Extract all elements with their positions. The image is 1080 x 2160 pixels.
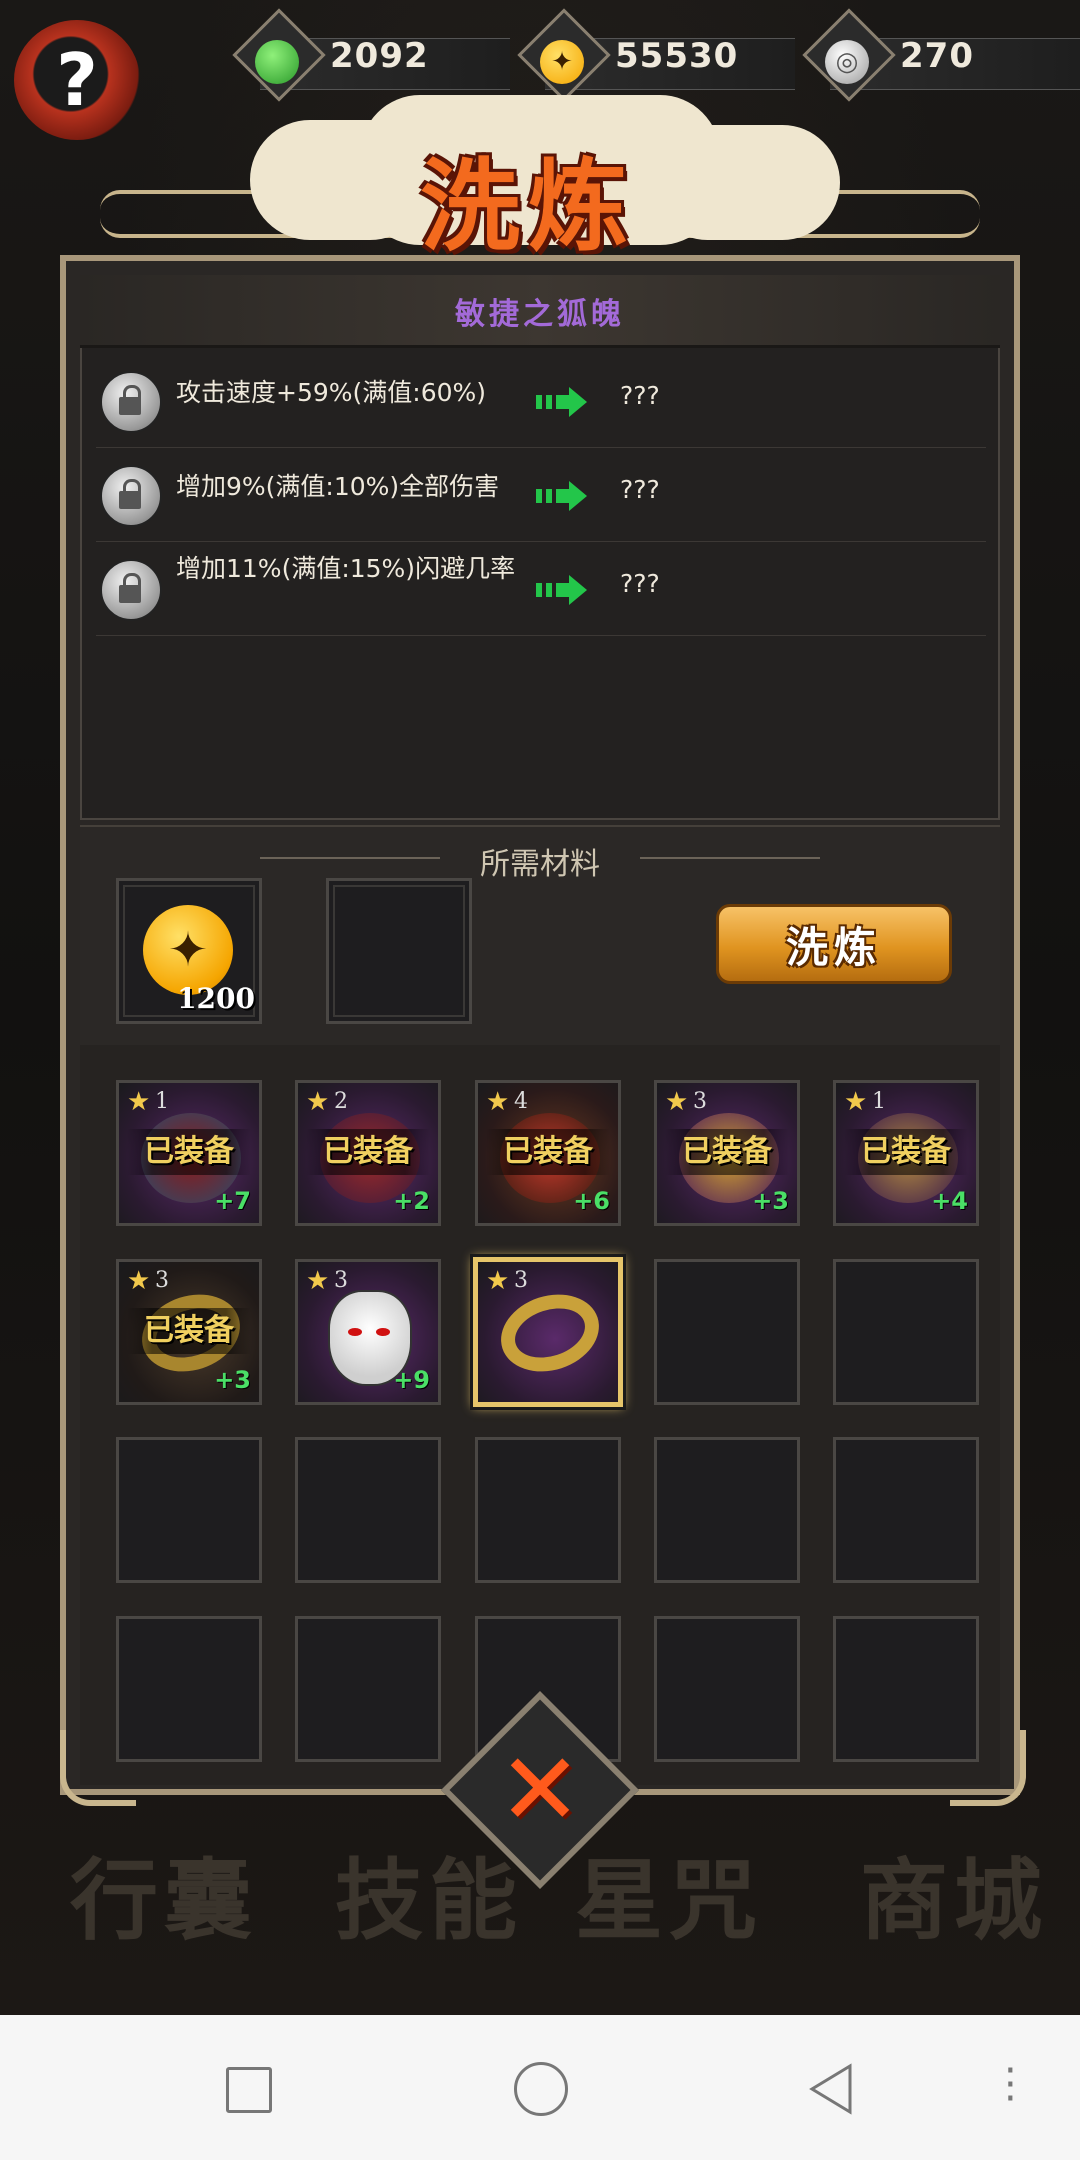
star-icon: ★ <box>127 1087 151 1117</box>
star-icon: ★ <box>127 1266 151 1296</box>
empty-slot[interactable] <box>654 1616 800 1762</box>
enhance-level: +3 <box>752 1187 789 1215</box>
jade-icon <box>255 40 299 84</box>
close-button[interactable]: ✕ <box>470 1730 610 1850</box>
empty-slot[interactable] <box>833 1437 979 1583</box>
attribute-row: 增加11%(满值:15%)闪避几率 ??? <box>96 541 986 636</box>
empty-slot[interactable] <box>833 1259 979 1405</box>
attribute-row: 增加9%(满值:10%)全部伤害 ??? <box>96 447 986 542</box>
item-name: 敏捷之狐魄 <box>455 297 625 332</box>
attribute-text: 攻击速度+59%(满值:60%) <box>176 378 487 407</box>
star-level: 3 <box>693 1089 707 1114</box>
enhance-level: +2 <box>393 1187 430 1215</box>
attribute-text: 增加9%(满值:10%)全部伤害 <box>176 472 500 501</box>
material-count: 1200 <box>177 982 255 1015</box>
star-level: 3 <box>514 1268 528 1293</box>
equipment-item[interactable]: ★ 3 已装备 +3 <box>654 1080 800 1226</box>
empty-slot[interactable] <box>475 1437 621 1583</box>
material-slot-empty[interactable] <box>326 878 472 1024</box>
item-name-header: 敏捷之狐魄 <box>80 275 1000 348</box>
star-icon: ★ <box>844 1087 868 1117</box>
recent-apps-icon[interactable] <box>226 2067 272 2113</box>
attribute-row: 攻击速度+59%(满值:60%) ??? <box>96 353 986 448</box>
empty-slot[interactable] <box>295 1437 441 1583</box>
enhance-level: +6 <box>573 1187 610 1215</box>
enhance-level: +4 <box>931 1187 968 1215</box>
equipment-item[interactable]: ★ 3 已装备 +3 <box>116 1259 262 1405</box>
equipped-label: 已装备 <box>486 1129 610 1175</box>
star-icon: ★ <box>486 1087 510 1117</box>
jade-amount: 2092 <box>330 36 429 76</box>
divider <box>640 857 820 859</box>
enhance-level: +7 <box>214 1187 251 1215</box>
material-slot[interactable]: ✦ 1200 <box>116 878 262 1024</box>
gold-coin-icon: ✦ <box>540 40 584 84</box>
empty-slot[interactable] <box>116 1616 262 1762</box>
swirl-token-icon: ◎ <box>825 40 869 84</box>
empty-slot[interactable] <box>116 1437 262 1583</box>
equipment-item[interactable]: ★ 2 已装备 +2 <box>295 1080 441 1226</box>
star-level: 2 <box>334 1089 348 1114</box>
materials-title: 所需材料 <box>480 847 600 882</box>
green-arrow-icon <box>536 575 587 605</box>
enhance-level: +9 <box>393 1366 430 1394</box>
equipped-label: 已装备 <box>306 1129 430 1175</box>
equipment-item[interactable]: ★ 3 +9 <box>295 1259 441 1405</box>
more-options-icon[interactable]: · · · <box>1004 2051 1017 2119</box>
star-level: 4 <box>514 1089 528 1114</box>
green-arrow-icon <box>536 481 587 511</box>
equipped-label: 已装备 <box>665 1129 789 1175</box>
star-icon: ★ <box>306 1266 330 1296</box>
help-button[interactable]: ? <box>14 20 140 140</box>
star-icon: ★ <box>486 1266 510 1296</box>
bottom-tab-bag[interactable]: 行囊 <box>70 1830 258 1957</box>
equipment-item[interactable]: ★ 1 已装备 +7 <box>116 1080 262 1226</box>
equipped-label: 已装备 <box>127 1129 251 1175</box>
lock-icon[interactable] <box>100 559 162 621</box>
question-icon: ? <box>56 38 98 122</box>
refine-button-label: 洗炼 <box>785 922 882 972</box>
panel-corner <box>950 1730 1026 1806</box>
star-level: 3 <box>155 1268 169 1293</box>
home-icon[interactable] <box>514 2062 568 2116</box>
star-level: 3 <box>334 1268 348 1293</box>
equipment-item[interactable]: ★ 4 已装备 +6 <box>475 1080 621 1226</box>
enhance-level: +3 <box>214 1366 251 1394</box>
bottom-tab-shop[interactable]: 商城 <box>860 1830 1048 1957</box>
banner-cloud <box>650 125 840 240</box>
star-icon: ★ <box>665 1087 689 1117</box>
back-icon[interactable] <box>806 2062 856 2116</box>
panel-corner <box>60 1730 136 1806</box>
token-amount: 270 <box>900 36 974 76</box>
star-level: 1 <box>155 1089 169 1114</box>
gold-amount: 55530 <box>615 36 739 76</box>
page-title: 洗炼 <box>420 147 636 265</box>
empty-slot[interactable] <box>654 1437 800 1583</box>
equipment-item[interactable]: ★ 1 已装备 +4 <box>833 1080 979 1226</box>
gold-ring-icon <box>491 1282 609 1384</box>
attribute-text: 增加11%(满值:15%)闪避几率 <box>176 554 516 583</box>
empty-slot[interactable] <box>295 1616 441 1762</box>
attribute-result: ??? <box>620 569 660 598</box>
attribute-result: ??? <box>620 475 660 504</box>
equipped-label: 已装备 <box>844 1129 968 1175</box>
attribute-result: ??? <box>620 381 660 410</box>
equipment-item-selected[interactable]: ★ 3 <box>473 1257 623 1407</box>
star-level: 1 <box>872 1089 886 1114</box>
lock-icon[interactable] <box>100 371 162 433</box>
empty-slot[interactable] <box>654 1259 800 1405</box>
equipped-label: 已装备 <box>127 1308 251 1354</box>
refine-button[interactable]: 洗炼 <box>716 904 952 984</box>
star-icon: ★ <box>306 1087 330 1117</box>
lock-icon[interactable] <box>100 465 162 527</box>
green-arrow-icon <box>536 387 587 417</box>
